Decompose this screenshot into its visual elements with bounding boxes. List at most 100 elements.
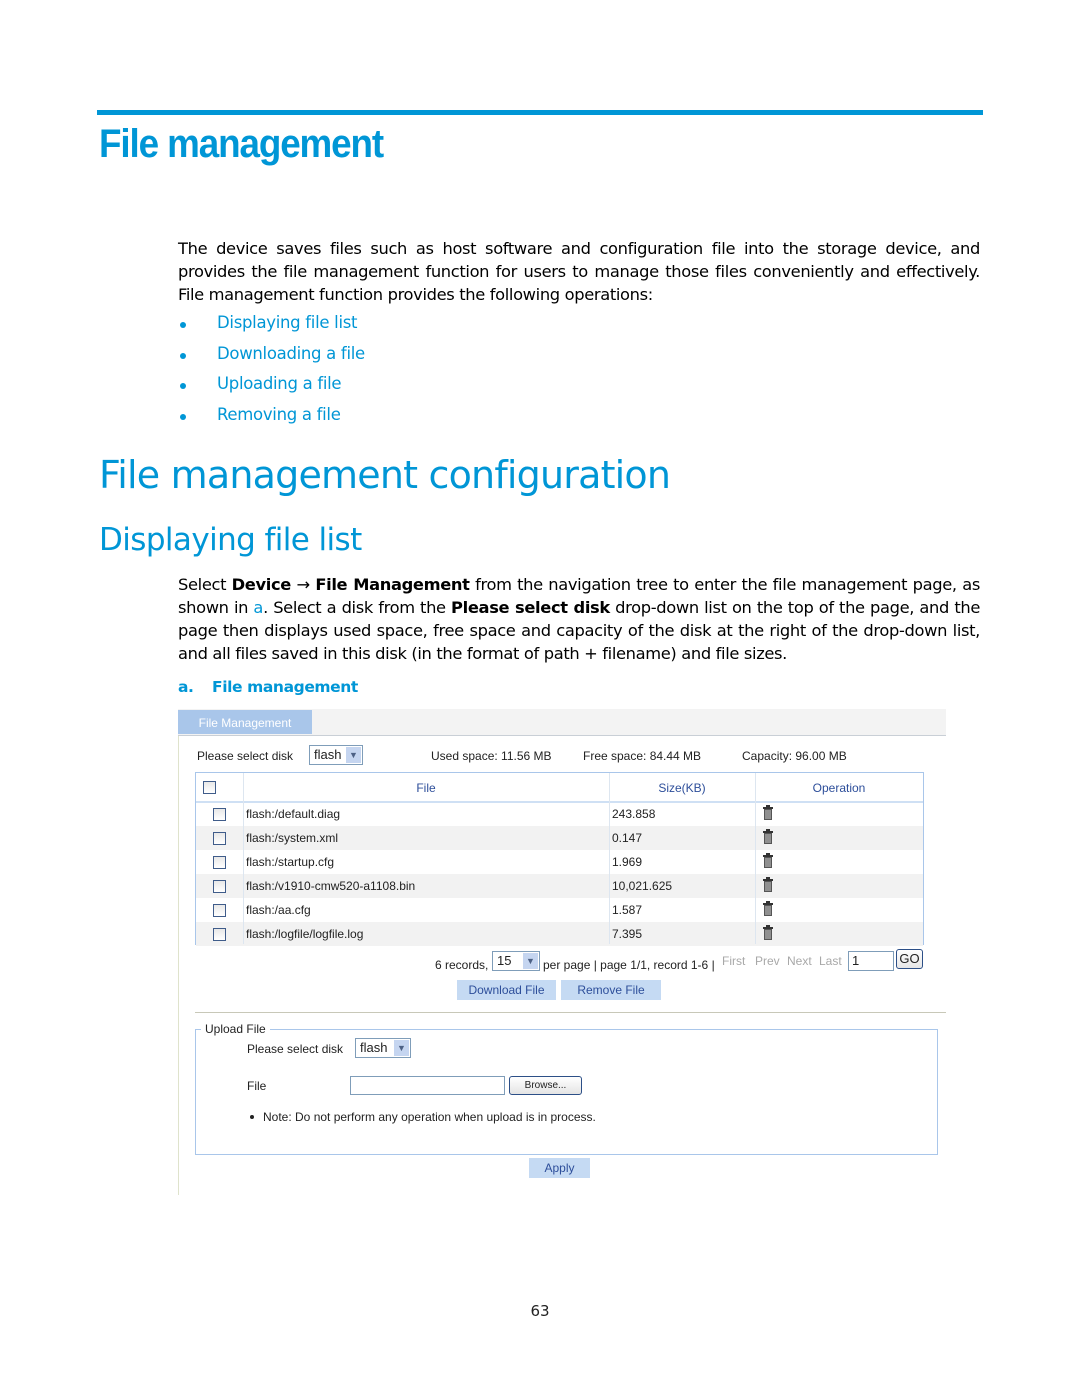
file-size: 1.969	[612, 855, 643, 869]
download-file-button[interactable]: Download File	[457, 980, 556, 1000]
upload-disk-select[interactable]: flash ▼	[355, 1038, 411, 1058]
desc-bold-please-select-disk: Please select disk	[451, 598, 610, 617]
disk-select-value: flash	[314, 747, 342, 762]
desc-bold-device: Device	[231, 575, 292, 594]
desc-bold-file-management: File Management	[315, 575, 470, 594]
bullet-icon	[180, 353, 186, 359]
figure-title: File management	[212, 678, 358, 696]
file-label: File	[247, 1079, 267, 1093]
disk-select[interactable]: flash ▼	[309, 745, 363, 765]
per-page-value: 15	[497, 953, 512, 968]
bullet-icon	[180, 322, 186, 328]
tab-bar: File Management	[178, 709, 946, 736]
trash-icon[interactable]	[763, 829, 773, 844]
upload-note: Note: Do not perform any operation when …	[263, 1110, 596, 1124]
chevron-down-icon[interactable]: ▼	[394, 1040, 409, 1056]
capacity: Capacity: 96.00 MB	[742, 749, 847, 763]
per-page-select[interactable]: 15 ▼	[492, 951, 540, 971]
table-row: flash:/logfile/logfile.log 7.395	[196, 922, 923, 946]
row-checkbox[interactable]	[213, 904, 226, 917]
link-downloading-a-file[interactable]: Downloading a file	[217, 344, 365, 363]
row-checkbox[interactable]	[213, 808, 226, 821]
column-header-size[interactable]: Size(KB)	[609, 773, 755, 801]
file-name: flash:/aa.cfg	[246, 903, 311, 917]
intro-paragraph: The device saves files such as host soft…	[178, 239, 980, 304]
bullet-icon	[180, 383, 186, 389]
row-checkbox[interactable]	[213, 856, 226, 869]
bullet-icon	[180, 414, 186, 420]
go-button[interactable]: GO	[896, 949, 923, 969]
title-rule	[97, 110, 983, 115]
file-size: 10,021.625	[612, 879, 673, 893]
bullet-icon	[250, 1115, 254, 1119]
row-checkbox[interactable]	[213, 832, 226, 845]
last-page-link[interactable]: Last	[819, 954, 842, 968]
column-header-operation: Operation	[812, 781, 866, 795]
page-number: 63	[530, 1302, 550, 1320]
select-all-checkbox[interactable]	[203, 781, 216, 794]
figure-number: a.	[178, 678, 194, 696]
column-divider	[243, 773, 244, 944]
file-table: File Size(KB) Operation flash:/default.d…	[195, 772, 924, 946]
browse-button[interactable]: Browse...	[509, 1076, 582, 1095]
file-name: flash:/v1910-cmw520-a1108.bin	[246, 879, 416, 893]
column-divider	[755, 773, 756, 944]
disk-select-label: Please select disk	[197, 749, 294, 763]
page-title: File management	[99, 122, 384, 166]
table-row: flash:/v1910-cmw520-a1108.bin 10,021.625	[196, 874, 923, 898]
prev-page-link[interactable]: Prev	[755, 954, 780, 968]
file-size: 7.395	[612, 927, 643, 941]
file-name: flash:/default.diag	[246, 807, 341, 821]
tab-file-management[interactable]: File Management	[178, 710, 312, 734]
row-checkbox[interactable]	[213, 928, 226, 941]
upload-file-group: Upload File Please select disk flash ▼ F…	[195, 1022, 938, 1155]
first-page-link[interactable]: First	[722, 954, 745, 968]
trash-icon[interactable]	[763, 853, 773, 868]
table-row: flash:/system.xml 0.147	[196, 826, 923, 850]
desc-text: . Select a disk from the	[263, 598, 452, 617]
next-page-link[interactable]: Next	[787, 954, 812, 968]
section-heading: File management configuration	[99, 453, 671, 497]
table-row: flash:/startup.cfg 1.969	[196, 850, 923, 874]
column-header-file[interactable]: File	[243, 773, 609, 801]
apply-button[interactable]: Apply	[529, 1158, 590, 1178]
file-management-screenshot: File Management Please select disk flash…	[178, 709, 948, 1195]
link-removing-a-file[interactable]: Removing a file	[217, 405, 341, 424]
upload-file-legend: Upload File	[201, 1022, 270, 1036]
upload-disk-label: Please select disk	[247, 1042, 344, 1056]
column-divider	[609, 773, 610, 944]
file-path-input[interactable]	[350, 1076, 505, 1095]
chevron-down-icon[interactable]: ▼	[346, 747, 361, 763]
section-divider	[195, 1012, 946, 1013]
link-uploading-a-file[interactable]: Uploading a file	[217, 374, 342, 393]
table-row: flash:/default.diag 243.858	[196, 802, 923, 826]
free-space: Free space: 84.44 MB	[583, 749, 702, 763]
link-displaying-file-list[interactable]: Displaying file list	[217, 313, 358, 332]
page-info: per page | page 1/1, record 1-6 |	[543, 958, 715, 972]
trash-icon[interactable]	[763, 925, 773, 940]
table-row: flash:/aa.cfg 1.587	[196, 898, 923, 922]
figure-caption: a. File management	[178, 678, 358, 696]
remove-file-button[interactable]: Remove File	[561, 980, 661, 1000]
file-size: 0.147	[612, 831, 643, 845]
chevron-down-icon[interactable]: ▼	[523, 953, 538, 969]
description-paragraph: Select Device → File Management from the…	[178, 573, 980, 665]
trash-icon[interactable]	[763, 901, 773, 916]
trash-icon[interactable]	[763, 805, 773, 820]
used-space: Used space: 11.56 MB	[431, 749, 552, 763]
file-name: flash:/logfile/logfile.log	[246, 927, 364, 941]
row-checkbox[interactable]	[213, 880, 226, 893]
figure-reference-link[interactable]: a	[253, 598, 263, 617]
desc-text: Select	[178, 575, 232, 594]
upload-disk-value: flash	[360, 1040, 388, 1055]
frame-border	[178, 733, 179, 1195]
records-count: 6 records,	[435, 958, 489, 972]
file-size: 1.587	[612, 903, 643, 917]
file-name: flash:/system.xml	[246, 831, 339, 845]
file-size: 243.858	[612, 807, 656, 821]
page-number-input[interactable]: 1	[848, 951, 894, 971]
arrow-icon: →	[291, 575, 316, 594]
file-name: flash:/startup.cfg	[246, 855, 335, 869]
table-header: File Size(KB) Operation	[196, 773, 923, 803]
trash-icon[interactable]	[763, 877, 773, 892]
